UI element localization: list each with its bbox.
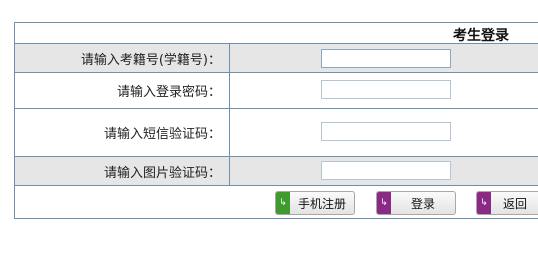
back-button[interactable]: ↳ 返回 <box>476 191 538 215</box>
password-row: 请输入登录密码： <box>15 73 538 109</box>
phone-register-button[interactable]: ↳ 手机注册 <box>275 191 355 215</box>
sms-code-row: 请输入短信验证码： <box>15 109 538 157</box>
arrow-return-icon: ↳ <box>477 192 491 214</box>
exam-id-input[interactable] <box>321 49 451 68</box>
arrow-return-icon: ↳ <box>377 192 391 214</box>
password-label: 请输入登录密码： <box>15 73 230 108</box>
image-code-input[interactable] <box>321 161 451 180</box>
exam-id-label: 请输入考籍号(学籍号)： <box>15 44 230 72</box>
login-form-panel: 考生登录 请输入考籍号(学籍号)： 请输入登录密码： 请输入短信验证码： 请输入… <box>14 22 538 219</box>
sms-code-label: 请输入短信验证码： <box>15 109 230 156</box>
panel-title: 考生登录 <box>453 28 509 44</box>
image-code-label: 请输入图片验证码： <box>15 157 230 185</box>
login-button[interactable]: ↳ 登录 <box>376 191 456 215</box>
image-code-row: 请输入图片验证码： <box>15 157 538 186</box>
action-button-row: ↳ 手机注册 ↳ 登录 ↳ 返回 <box>15 186 538 220</box>
panel-title-row: 考生登录 <box>15 23 538 44</box>
password-input[interactable] <box>321 80 451 99</box>
exam-id-row: 请输入考籍号(学籍号)： <box>15 44 538 73</box>
sms-code-input[interactable] <box>321 122 451 141</box>
arrow-return-icon: ↳ <box>276 192 290 214</box>
